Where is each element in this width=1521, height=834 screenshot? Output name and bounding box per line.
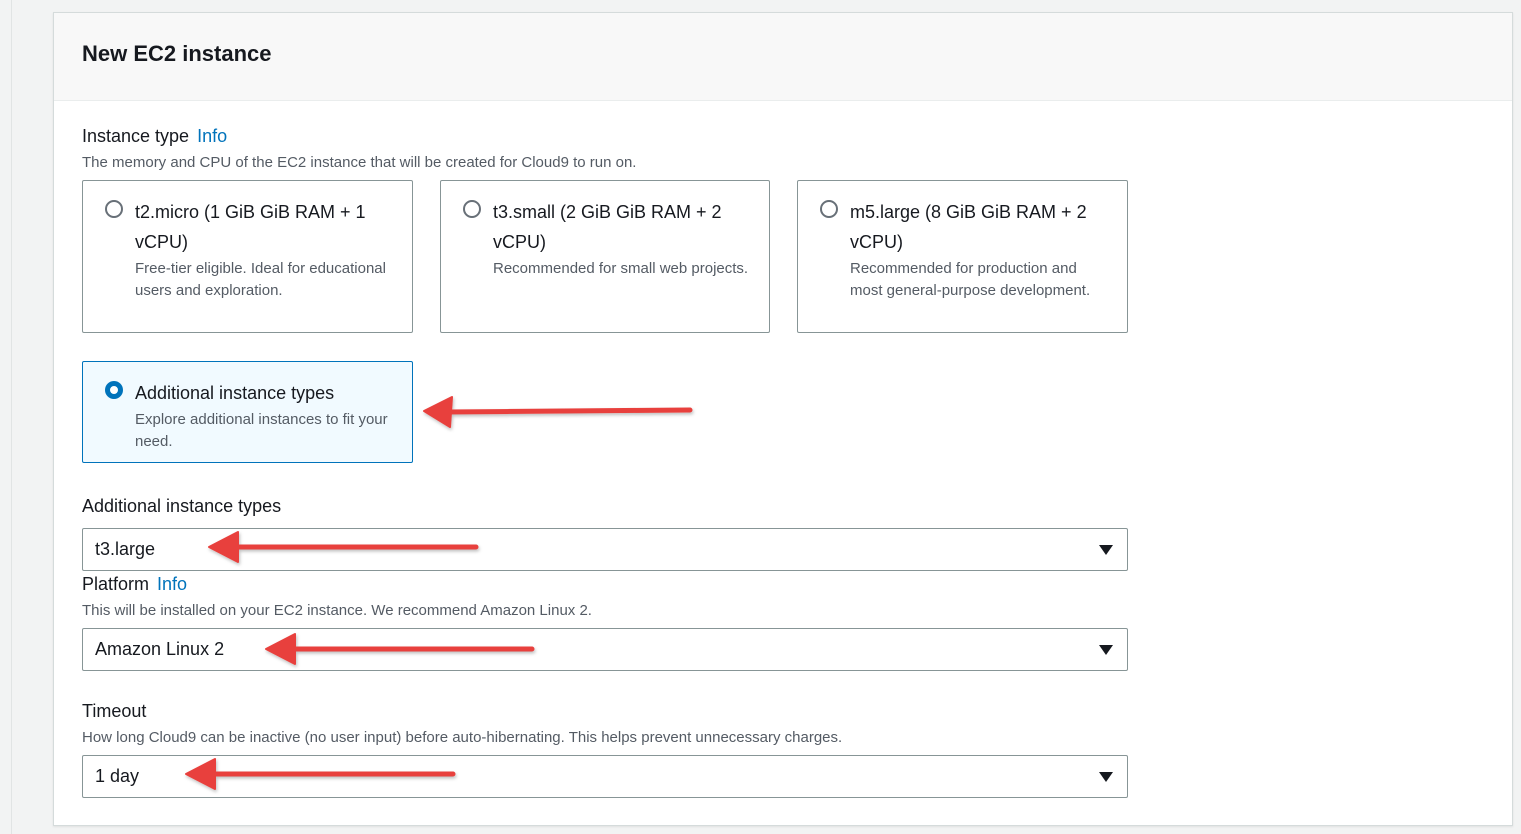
annotation-arrow-icon <box>265 633 535 665</box>
annotation-arrows <box>185 396 693 790</box>
annotation-arrow-icon <box>185 758 456 790</box>
annotation-arrow-icon <box>208 531 479 563</box>
annotation-arrow-icon <box>423 396 693 428</box>
